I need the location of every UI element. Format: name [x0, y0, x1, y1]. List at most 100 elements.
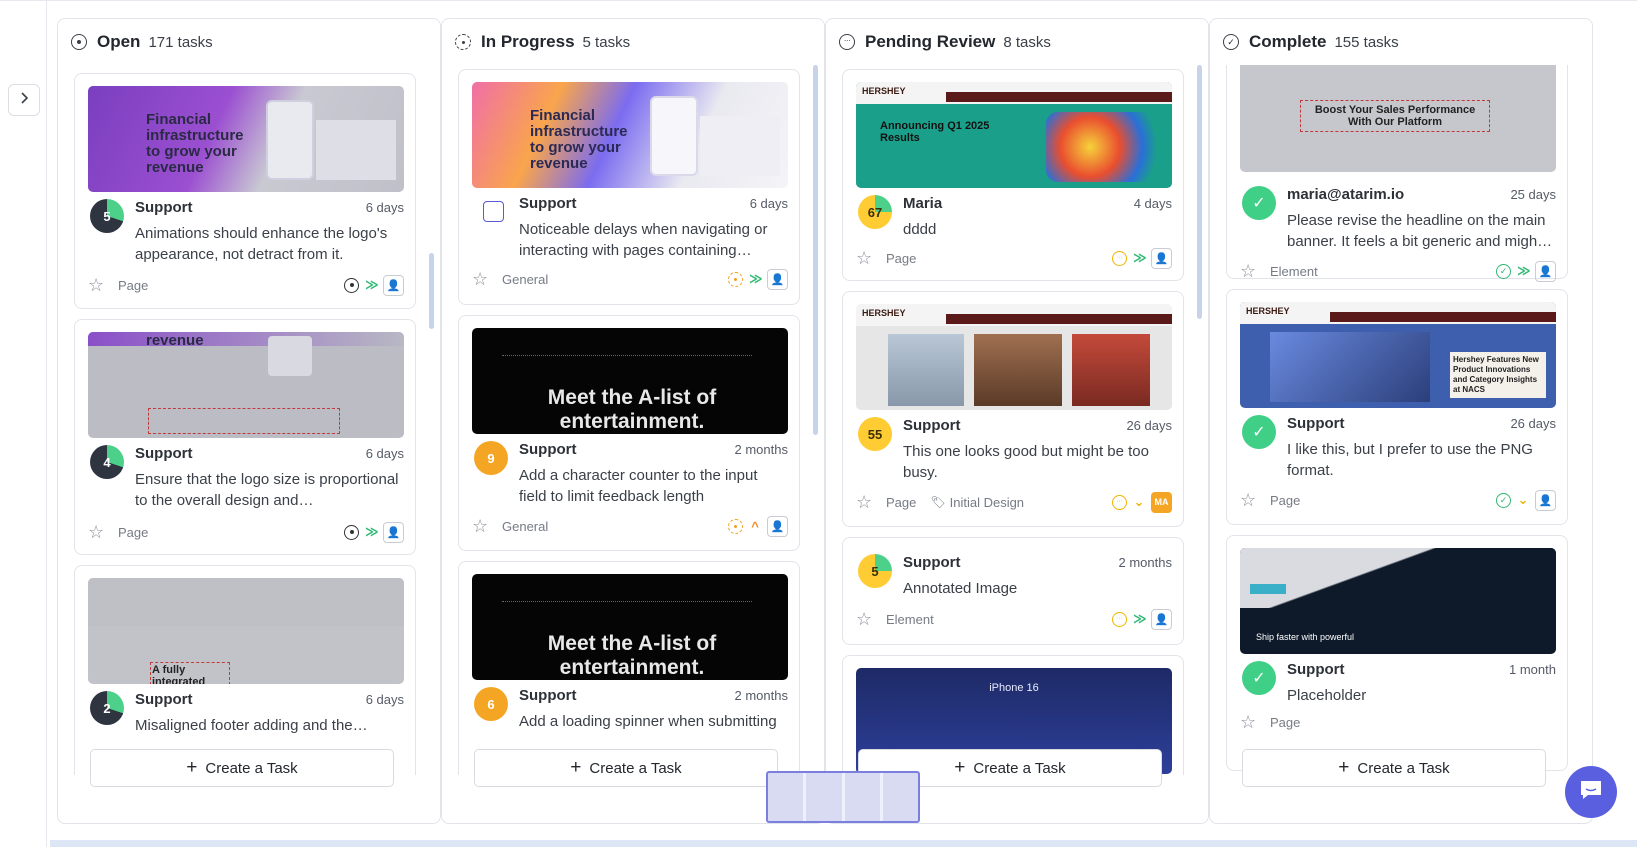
thumbnail-text: Boost Your Sales Performance With Our Pl…: [1300, 100, 1490, 132]
scrollbar[interactable]: [1197, 65, 1202, 319]
task-type: Page: [1270, 714, 1301, 730]
task-card[interactable]: 5 Support 2 months Annotated Image ☆ Ele…: [842, 537, 1184, 645]
open-status-icon[interactable]: [344, 524, 359, 540]
task-card[interactable]: HERSHEY Announcing Q1 2025 Results 67 Ma…: [842, 69, 1184, 281]
create-task-button[interactable]: + Create a Task: [474, 749, 778, 787]
task-card[interactable]: A fully integrated 2 Support 6 days Misa…: [74, 565, 416, 775]
assignee-placeholder-icon[interactable]: 👤: [1151, 247, 1172, 269]
star-icon[interactable]: ☆: [856, 492, 878, 513]
task-tag[interactable]: 🏷 Initial Design: [930, 495, 1024, 510]
pending-status-icon[interactable]: [1112, 250, 1127, 266]
task-author: Support: [519, 195, 577, 212]
assignee-placeholder-icon[interactable]: 👤: [1151, 608, 1172, 630]
task-description: Please revise the headline on the main b…: [1287, 212, 1553, 250]
task-type: Page: [1270, 492, 1301, 508]
task-type: Element: [1270, 263, 1318, 279]
low-priority-icon[interactable]: ≫: [1517, 263, 1531, 279]
in-progress-status-icon[interactable]: [728, 271, 743, 287]
complete-status-icon[interactable]: [1496, 263, 1511, 279]
medium-priority-icon[interactable]: ⌄: [1133, 494, 1145, 510]
star-icon[interactable]: ☆: [88, 522, 110, 543]
star-icon[interactable]: ☆: [472, 269, 494, 290]
thumbnail-text: HERSHEY: [862, 308, 906, 318]
assignee-placeholder-icon[interactable]: 👤: [383, 521, 404, 543]
screenshot-thumbnail: revenue: [88, 332, 404, 438]
completed-check-badge: ✓: [1242, 661, 1276, 695]
star-icon[interactable]: ☆: [1240, 712, 1262, 733]
star-icon[interactable]: ☆: [1240, 261, 1262, 282]
star-icon[interactable]: ☆: [472, 516, 494, 537]
task-card[interactable]: Meet the A-list of entertainment. 9 Supp…: [458, 315, 800, 551]
column-title: In Progress: [481, 32, 575, 51]
assignee-placeholder-icon[interactable]: 👤: [767, 268, 788, 290]
star-icon[interactable]: ☆: [856, 248, 878, 269]
task-checkbox[interactable]: [483, 201, 504, 222]
task-card[interactable]: Ship faster with powerful ✓ Support 1 mo…: [1226, 535, 1568, 771]
assignee-placeholder-icon[interactable]: 👤: [1535, 260, 1556, 282]
plus-icon: +: [1338, 757, 1350, 778]
star-icon[interactable]: ☆: [1240, 490, 1262, 511]
task-age: 6 days: [749, 196, 788, 211]
task-type: General: [502, 518, 549, 534]
drag-preview[interactable]: [766, 771, 920, 823]
task-age: 6 days: [365, 200, 404, 215]
column-title: Open: [97, 32, 141, 51]
star-icon[interactable]: ☆: [856, 609, 878, 630]
assignee-placeholder-icon[interactable]: 👤: [1535, 489, 1556, 511]
medium-priority-icon[interactable]: ⌄: [1517, 492, 1529, 508]
column-complete: Complete 155 tasks Boost Your Sales Perf…: [1209, 18, 1593, 824]
high-priority-icon[interactable]: ^: [749, 519, 761, 534]
card-list[interactable]: Financial infrastructure to grow your re…: [58, 65, 440, 775]
task-type: Page: [118, 524, 149, 540]
low-priority-icon[interactable]: ≫: [1133, 250, 1147, 266]
task-age: 26 days: [1510, 416, 1556, 431]
thumbnail-text: iPhone 16: [989, 682, 1039, 694]
task-description: Ensure that the logo size is proportiona…: [135, 471, 399, 509]
completed-check-badge: ✓: [1242, 415, 1276, 449]
task-card[interactable]: HERSHEY Hershey Features New Product Inn…: [1226, 289, 1568, 525]
assignee-placeholder-icon[interactable]: 👤: [383, 274, 404, 296]
pending-status-icon[interactable]: [1112, 611, 1127, 627]
assignee-avatar[interactable]: MA: [1151, 491, 1172, 513]
create-task-button[interactable]: + Create a Task: [1242, 749, 1546, 787]
column-title: Complete: [1249, 32, 1327, 51]
column-count: 8 tasks: [1003, 33, 1051, 51]
create-task-label: Create a Task: [1357, 759, 1450, 777]
screenshot-thumbnail: HERSHEY Hershey Features New Product Inn…: [1240, 302, 1556, 408]
in-progress-status-icon[interactable]: [728, 518, 743, 534]
create-task-button[interactable]: + Create a Task: [90, 749, 394, 787]
task-card[interactable]: Financial infrastructure to grow your re…: [458, 69, 800, 305]
scrollbar[interactable]: [813, 65, 818, 435]
task-card[interactable]: Boost Your Sales Performance With Our Pl…: [1226, 65, 1568, 282]
task-card[interactable]: Financial infrastructure to grow your re…: [74, 73, 416, 309]
scrollbar[interactable]: [429, 253, 434, 329]
assignee-placeholder-icon[interactable]: 👤: [767, 515, 788, 537]
card-list[interactable]: Financial infrastructure to grow your re…: [442, 65, 824, 775]
chat-support-button[interactable]: [1565, 766, 1617, 818]
thumbnail-text: Ship faster with powerful: [1256, 632, 1355, 642]
task-type: Page: [886, 250, 917, 266]
task-card[interactable]: Meet the A-list of entertainment. 6 Supp…: [458, 561, 800, 775]
sidebar-toggle-button[interactable]: [8, 84, 40, 116]
column-title: Pending Review: [865, 32, 996, 51]
star-icon[interactable]: ☆: [88, 275, 110, 296]
card-list[interactable]: HERSHEY Announcing Q1 2025 Results 67 Ma…: [826, 65, 1208, 775]
card-list[interactable]: Boost Your Sales Performance With Our Pl…: [1210, 65, 1592, 775]
low-priority-icon[interactable]: ≫: [749, 271, 763, 287]
column-count: 171 tasks: [148, 33, 213, 51]
comment-count-badge: 5: [90, 199, 124, 233]
task-card[interactable]: revenue 4 Support 6 days Ensure that the…: [74, 319, 416, 555]
low-priority-icon[interactable]: ≫: [1133, 611, 1147, 627]
low-priority-icon[interactable]: ≫: [365, 277, 379, 293]
column-header: Open 171 tasks: [58, 19, 440, 65]
screenshot-thumbnail: Ship faster with powerful: [1240, 548, 1556, 654]
task-age: 1 month: [1509, 662, 1556, 677]
kanban-board: Open 171 tasks Financial infrastructure …: [57, 18, 1637, 824]
task-author: Support: [519, 441, 577, 458]
pending-status-icon[interactable]: [1112, 494, 1127, 510]
open-status-icon[interactable]: [344, 277, 359, 293]
horizontal-scrollbar[interactable]: [50, 840, 1637, 847]
low-priority-icon[interactable]: ≫: [365, 524, 379, 540]
task-card[interactable]: HERSHEY 55 Support 26 days This one look…: [842, 291, 1184, 527]
complete-status-icon[interactable]: [1496, 492, 1511, 508]
